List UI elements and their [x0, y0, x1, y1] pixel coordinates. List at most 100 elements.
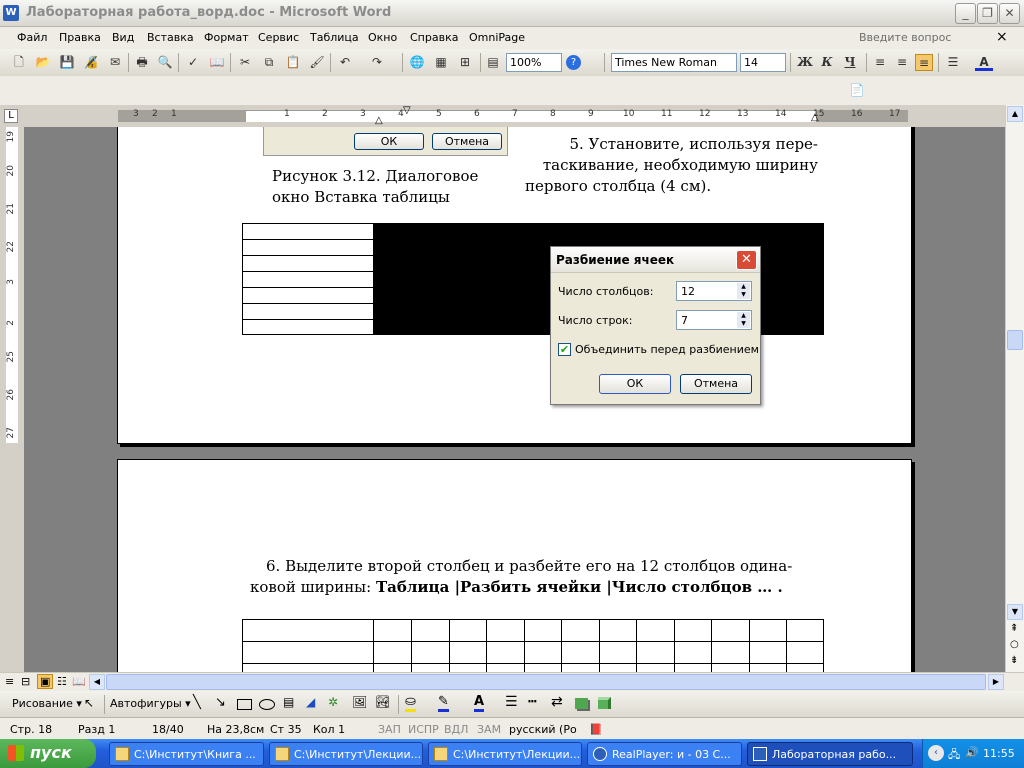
- browse-object-icon[interactable]: ○: [1010, 639, 1019, 650]
- menu-table[interactable]: Таблица: [310, 31, 359, 44]
- rows-spinner[interactable]: 7 ▲ ▼: [676, 310, 752, 330]
- menu-format[interactable]: Формат: [204, 31, 249, 44]
- research-icon[interactable]: 📖: [208, 54, 226, 71]
- text-color-icon[interactable]: A: [474, 694, 485, 712]
- drawing-menu[interactable]: Рисование ▾: [12, 697, 82, 710]
- email-icon[interactable]: ✉: [106, 54, 124, 71]
- menu-help[interactable]: Справка: [410, 31, 458, 44]
- document-area[interactable]: ОК Отмена Рисунок 3.12. Диалоговое окно …: [0, 127, 1005, 672]
- open-icon[interactable]: 📂: [34, 54, 52, 71]
- align-justify-icon[interactable]: ≡: [915, 54, 933, 71]
- format-painter-icon[interactable]: 🖌: [308, 54, 326, 71]
- horizontal-ruler[interactable]: L 3 2 1 1 2 3 4 5 6 7 8 9 10 11 12 13 14…: [0, 105, 1024, 127]
- clock[interactable]: 11:55: [983, 747, 1015, 760]
- print-icon[interactable]: 🖶: [133, 54, 151, 71]
- dialog-cancel-button[interactable]: Отмена: [680, 374, 752, 394]
- table-2[interactable]: [242, 619, 824, 672]
- select-objects-icon[interactable]: ↖: [84, 696, 94, 710]
- print-layout-icon[interactable]: ▣: [37, 674, 54, 689]
- line-style-icon[interactable]: ☰: [505, 694, 518, 710]
- status-extend[interactable]: ВДЛ: [444, 723, 468, 736]
- underline-button[interactable]: Ч: [841, 54, 859, 71]
- menu-file[interactable]: Файл: [17, 31, 47, 44]
- spelling-status-icon[interactable]: 📕: [589, 723, 603, 736]
- permission-icon[interactable]: 🔏: [82, 54, 100, 71]
- task-kniga[interactable]: C:\Институт\Книга ...: [109, 742, 264, 766]
- print-preview-icon[interactable]: 🔍: [156, 54, 174, 71]
- web-view-icon[interactable]: ⊟: [21, 675, 30, 688]
- scroll-right-button[interactable]: ▶: [988, 674, 1004, 690]
- menu-tools[interactable]: Сервис: [258, 31, 299, 44]
- menu-view[interactable]: Вид: [112, 31, 134, 44]
- reading-layout-icon[interactable]: 📄: [848, 82, 866, 99]
- autoshapes-menu[interactable]: Автофигуры ▾: [110, 697, 191, 710]
- italic-button[interactable]: К: [818, 54, 836, 71]
- first-line-indent-marker[interactable]: ▽: [403, 105, 411, 116]
- menu-omnipage[interactable]: OmniPage: [469, 31, 525, 44]
- tables-borders-icon[interactable]: ▦: [432, 54, 450, 71]
- shadow-style-icon[interactable]: [575, 698, 588, 709]
- minimize-button[interactable]: _: [955, 3, 976, 24]
- paste-icon[interactable]: 📋: [284, 54, 302, 71]
- merge-checkbox[interactable]: ✔: [558, 343, 571, 356]
- dash-style-icon[interactable]: ┅: [528, 694, 536, 710]
- align-center-icon[interactable]: ≡: [893, 54, 911, 71]
- task-lekcii-1[interactable]: C:\Институт\Лекции...: [269, 742, 423, 766]
- diagram-icon[interactable]: ✲: [328, 695, 338, 709]
- undo-icon[interactable]: ↶: [336, 54, 354, 71]
- help-icon[interactable]: ?: [566, 55, 581, 70]
- split-cells-dialog[interactable]: Разбиение ячеек ✕ Число столбцов: 12 ▲ ▼ Ч…: [550, 246, 761, 405]
- prev-page-icon[interactable]: ⇞: [1010, 623, 1018, 634]
- normal-view-icon[interactable]: ≡: [5, 675, 14, 688]
- menu-window[interactable]: Окно: [368, 31, 397, 44]
- spelling-icon[interactable]: ✓: [184, 54, 202, 71]
- oval-icon[interactable]: [259, 699, 275, 710]
- tab-selector-icon[interactable]: L: [4, 109, 18, 123]
- vertical-ruler[interactable]: 19 20 21 22 3 2 25 26 27: [0, 127, 24, 672]
- help-question-input[interactable]: Введите вопрос: [859, 31, 951, 44]
- doc-close-button[interactable]: ×: [996, 29, 1008, 45]
- numbering-icon[interactable]: ☰: [944, 54, 962, 71]
- line-color-icon[interactable]: ✎: [438, 694, 449, 712]
- line-icon[interactable]: ╲: [193, 695, 201, 710]
- task-lekcii-2[interactable]: C:\Институт\Лекции...: [428, 742, 582, 766]
- vertical-scrollbar[interactable]: ▲ ▼ ⇞ ○ ⇟: [1005, 105, 1024, 672]
- font-color-icon[interactable]: A: [975, 54, 993, 71]
- next-page-icon[interactable]: ⇟: [1010, 655, 1018, 666]
- insert-table-icon[interactable]: ⊞: [456, 54, 474, 71]
- arrow-icon[interactable]: ↘: [215, 695, 226, 710]
- font-size-combo[interactable]: 14: [740, 53, 786, 72]
- fill-color-icon[interactable]: ⛀: [405, 694, 416, 712]
- menu-edit[interactable]: Правка: [59, 31, 101, 44]
- textbox-icon[interactable]: ▤: [283, 695, 294, 709]
- arrow-style-icon[interactable]: ⇄: [551, 694, 563, 710]
- outline-view-icon[interactable]: ☷: [57, 675, 67, 688]
- cut-icon[interactable]: ✂: [236, 54, 254, 71]
- zoom-combo[interactable]: 100%: [506, 53, 562, 72]
- tray-network-icon[interactable]: 🖧: [948, 746, 960, 765]
- picture-icon[interactable]: 🏞: [375, 695, 390, 709]
- 3d-style-icon[interactable]: [598, 697, 611, 709]
- task-realplayer[interactable]: RealPlayer: и - 03 C...: [587, 742, 742, 766]
- status-overtype[interactable]: ЗАМ: [477, 723, 501, 736]
- status-rec[interactable]: ЗАП: [378, 723, 401, 736]
- word-app-icon[interactable]: W: [3, 5, 19, 21]
- clipart-icon[interactable]: 🖼: [352, 695, 367, 709]
- dialog-close-icon[interactable]: ✕: [736, 250, 757, 270]
- restore-button[interactable]: ❐: [977, 3, 998, 24]
- left-indent-marker[interactable]: △: [375, 115, 383, 126]
- redo-icon[interactable]: ↷: [368, 54, 386, 71]
- status-track[interactable]: ИСПР: [408, 723, 439, 736]
- dialog-ok-button[interactable]: ОК: [599, 374, 671, 394]
- hscroll-thumb[interactable]: [106, 674, 986, 690]
- tray-collapse-icon[interactable]: ‹: [928, 745, 944, 761]
- new-doc-icon[interactable]: 🗋: [10, 54, 28, 71]
- close-button[interactable]: ✕: [999, 3, 1020, 24]
- align-left-icon[interactable]: ≡: [871, 54, 889, 71]
- scroll-up-button[interactable]: ▲: [1007, 106, 1023, 122]
- scroll-thumb[interactable]: [1007, 330, 1023, 350]
- wordart-icon[interactable]: ◢: [306, 695, 315, 709]
- save-icon[interactable]: 💾: [58, 54, 76, 71]
- hyperlink-icon[interactable]: 🌐: [408, 54, 426, 71]
- start-button[interactable]: пуск: [0, 739, 96, 768]
